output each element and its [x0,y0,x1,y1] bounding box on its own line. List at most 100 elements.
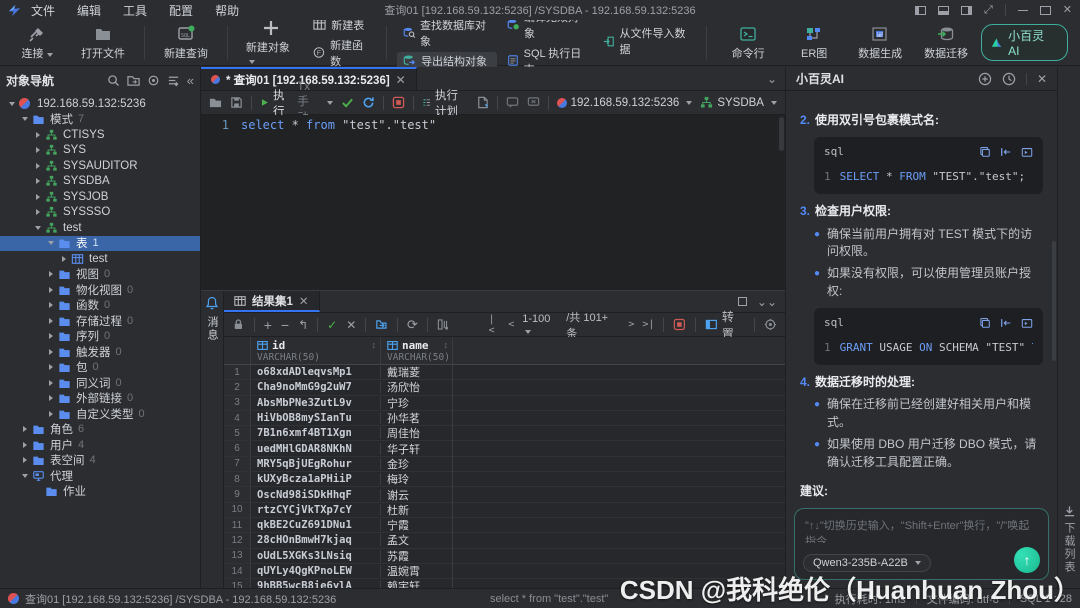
cell-id[interactable]: 9hBB5wcB8ie6ylA [251,580,381,588]
uncomment-icon[interactable] [527,96,540,109]
search-icon[interactable] [107,74,120,87]
notification-bell-icon[interactable] [205,296,219,310]
table-row[interactable]: 4 HiVbOB8mySIanTu 孙华茗 [224,410,785,427]
data-generate-button[interactable]: 123 ABC 数据生成 [849,23,911,63]
next-page-button[interactable]: > [628,319,634,330]
collapse-arrow-icon[interactable] [32,209,43,216]
new-object-button[interactable]: 新建对象 [238,17,303,69]
close-button[interactable]: ✕ [1063,4,1072,15]
cell-name[interactable]: 苏霞 [381,547,453,564]
settings-icon[interactable] [147,74,160,87]
maximize-panel-icon[interactable] [737,297,747,306]
insert-code-icon[interactable] [1000,317,1012,329]
table-row[interactable]: 6 uedMHlGDAR8NKhN 华子轩 [224,440,785,457]
save-icon[interactable] [230,96,243,109]
cell-id[interactable]: Cha9noMmG9g2uW7 [251,381,381,394]
table-row[interactable]: 12 28cHOnBmwH7kjaq 孟文 [224,532,785,549]
tree-item-表[interactable]: 表1 [0,235,200,251]
layout-left-panel-icon[interactable] [914,5,926,15]
collapse-arrow-icon[interactable] [19,426,30,433]
table-row[interactable]: 1 o68xdADleqvsMp1 戴瑞菱 [224,364,785,381]
tree-item-函数[interactable]: 函数 0 [0,298,200,314]
tab-list-chevron-icon[interactable]: ⌄ [767,72,777,86]
collapse-arrow-icon[interactable] [45,348,56,355]
collapse-arrow-icon[interactable] [32,131,43,138]
tree-item-test[interactable]: test [0,251,200,267]
menu-item[interactable]: 编辑 [77,2,101,19]
ai-assistant-button[interactable]: 小百灵 AI [981,24,1069,61]
ai-input[interactable] [805,517,1038,543]
explain-plan-button[interactable]: 执行计划 [422,87,468,119]
cell-id[interactable]: 7B1n6xmf4BT1Xgn [251,427,381,440]
apply-icon[interactable]: ✓ [327,318,337,332]
tree-item-包[interactable]: 包0 [0,360,200,376]
collapse-arrow-icon[interactable] [45,286,56,293]
layout-bottom-panel-icon[interactable] [937,5,949,15]
cell-name[interactable]: 梅玲 [381,471,453,488]
open-icon[interactable] [209,96,222,109]
cell-id[interactable]: o68xdADleqvsMp1 [251,366,381,379]
expand-arrow-icon[interactable] [19,117,30,122]
delete-row-icon[interactable]: − [281,317,289,333]
download-icon[interactable] [1063,505,1076,518]
data-migrate-button[interactable]: 数据迁移 [915,23,977,63]
new-function-button[interactable]: F 新建函数 [307,36,376,70]
cell-id[interactable]: HiVbOB8mySIanTu [251,412,381,425]
collapse-arrow-icon[interactable] [32,193,43,200]
lock-icon[interactable] [232,318,245,331]
last-page-button[interactable]: >| [642,319,654,330]
stop-fetch-icon[interactable] [673,318,686,331]
table-row[interactable]: 10 rtzCYCjVkTXp7cY 杜新 [224,501,785,518]
sql-editor[interactable]: 1 select * from "test"."test" [201,115,785,290]
cell-name[interactable]: 宁珍 [381,394,453,411]
cell-name[interactable]: 戴瑞菱 [381,364,453,381]
layout-right-panel-icon[interactable] [960,5,972,15]
tree-item-角色[interactable]: 角色 6 [0,422,200,438]
collapse-arrow-icon[interactable] [32,162,43,169]
page-range-select[interactable]: 1-100 [522,313,558,337]
locate-icon[interactable] [127,74,140,87]
tree-item-作业[interactable]: 作业 [0,484,200,500]
menu-item[interactable]: 配置 [169,2,193,19]
cell-name[interactable]: 温婉霄 [381,563,453,580]
prev-page-button[interactable]: < [508,319,514,330]
rollback-icon[interactable] [362,96,375,109]
minimize-button[interactable] [1017,9,1028,11]
tree-item-用户[interactable]: 用户 4 [0,437,200,453]
first-page-button[interactable]: |< [489,314,501,336]
tree-item-外部链接[interactable]: 外部链接 0 [0,391,200,407]
cell-id[interactable]: uedMHlGDAR8NKhN [251,442,381,455]
cell-name[interactable]: 杜新 [381,501,453,518]
close-tab-icon[interactable]: ✕ [299,294,309,308]
table-row[interactable]: 13 oUdL5XGKs3LNsiq 苏霞 [224,547,785,564]
cell-id[interactable]: AbsMbPNe3ZutL9v [251,396,381,409]
tree-item-触发器[interactable]: 触发器 0 [0,344,200,360]
menu-item[interactable]: 工具 [123,2,147,19]
model-select[interactable]: Qwen3-235B-A22B [803,554,931,572]
history-icon[interactable] [1002,72,1016,86]
close-panel-icon[interactable]: ✕ [1037,72,1047,86]
copy-code-icon[interactable] [979,317,991,329]
tree-item-表空间[interactable]: 表空间 4 [0,453,200,469]
new-query-button[interactable]: SQL 新建查询 [155,23,217,63]
column-header-name[interactable]: name ↕ VARCHAR(50) [381,337,453,364]
table-row[interactable]: 5 7B1n6xmf4BT1Xgn 周佳怡 [224,425,785,442]
tree-item-SYS[interactable]: SYS [0,143,200,159]
column-filter-icon[interactable] [437,318,450,331]
add-row-icon[interactable]: + [264,317,272,333]
collapse-arrow-icon[interactable] [45,333,56,340]
ai-scrollbar[interactable] [1052,241,1056,361]
table-row[interactable]: 15 9hBB5wcB8ie6ylA 赖宇轩 [224,578,785,588]
cell-name[interactable]: 孟文 [381,532,453,549]
connect-button[interactable]: 连接 [6,23,68,63]
command-line-button[interactable]: 命令行 [717,23,779,63]
collapse-arrow-icon[interactable] [45,395,56,402]
insert-code-icon[interactable] [1000,146,1012,158]
tree-item-序列[interactable]: 序列 0 [0,329,200,345]
expand-arrow-icon[interactable] [45,241,56,246]
close-tab-icon[interactable]: ✕ [396,73,406,87]
editor-scrollbar[interactable] [779,117,784,151]
cell-id[interactable]: kUXyBcza1aPHiiP [251,473,381,486]
collapse-arrow-icon[interactable] [19,457,30,464]
cell-name[interactable]: 汤欣怡 [381,379,453,396]
